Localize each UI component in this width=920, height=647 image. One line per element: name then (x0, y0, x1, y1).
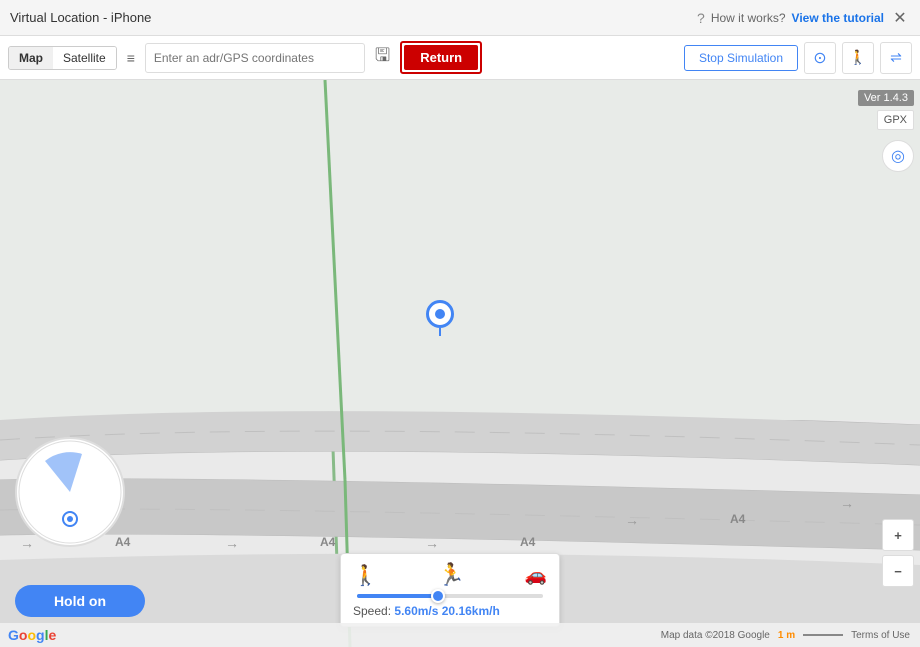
arrow-2: → (225, 535, 239, 551)
speed-slider-fill (357, 594, 435, 598)
speed-value: 5.60m/s 20.16km/h (394, 604, 499, 618)
scale-label: 1 m (778, 630, 795, 641)
target-icon-btn[interactable]: ⊙ (804, 42, 836, 74)
map-tab[interactable]: Map (9, 47, 53, 69)
road-label-4: A4 (730, 512, 745, 526)
version-badge: Ver 1.4.3 (858, 90, 914, 106)
speed-slider-thumb[interactable] (431, 589, 445, 603)
map-satellite-toggle: Map Satellite (8, 46, 117, 70)
share-icon-btn[interactable]: ⇌ (880, 42, 912, 74)
arrow-5: → (840, 495, 854, 511)
compass-widget (15, 437, 125, 547)
speed-text: Speed: 5.60m/s 20.16km/h (353, 604, 547, 618)
arrow-3: → (425, 535, 439, 551)
pin-stem (439, 328, 441, 336)
pin-inner (435, 309, 445, 319)
walk-speed-icon: 🚶 (353, 563, 378, 588)
help-icon: ? (697, 10, 705, 26)
app-title: Virtual Location - iPhone (10, 10, 151, 25)
logo-o2: o (27, 627, 36, 643)
map-container[interactable]: Ver 1.4.3 → A4 → A4 → A4 → A4 → Hold on … (0, 80, 920, 647)
compass-svg (17, 439, 123, 545)
pin-outer (426, 300, 454, 328)
gpx-button[interactable]: GPX (877, 110, 914, 130)
location-pin (426, 300, 454, 336)
return-button[interactable]: Return (404, 45, 478, 70)
target-icon: ⊙ (813, 48, 826, 68)
zoom-in-button[interactable]: + (882, 519, 914, 551)
car-speed-icon: 🚗 (525, 565, 547, 586)
titlebar-left: Virtual Location - iPhone (10, 10, 151, 25)
arrow-1: → (20, 535, 34, 551)
title-bar: Virtual Location - iPhone ? How it works… (0, 0, 920, 36)
arrow-4: → (625, 512, 639, 528)
bottom-bar: Google Map data ©2018 Google 1 m Terms o… (0, 623, 920, 647)
toolbar-right: Stop Simulation ⊙ 🚶 ⇌ (684, 42, 912, 74)
satellite-tab[interactable]: Satellite (53, 47, 116, 69)
list-icon[interactable]: ≡ (123, 46, 139, 70)
speed-label: Speed: (353, 604, 391, 618)
road-label-3: A4 (520, 535, 535, 549)
scale-bar (803, 634, 843, 636)
share-icon: ⇌ (890, 49, 902, 66)
help-text: How it works? (711, 11, 786, 25)
run-speed-icon: 🏃 (438, 562, 465, 588)
road-label-1: A4 (115, 535, 130, 549)
return-button-wrapper: Return (400, 41, 482, 74)
zoom-out-button[interactable]: − (882, 555, 914, 587)
tutorial-link[interactable]: View the tutorial (792, 11, 884, 25)
map-data-text: Map data ©2018 Google (661, 630, 770, 641)
titlebar-right: ? How it works? View the tutorial ✕ (697, 8, 910, 28)
terms-link[interactable]: Terms of Use (851, 630, 910, 641)
stop-simulation-button[interactable]: Stop Simulation (684, 45, 798, 71)
speed-icons: 🚶 🏃 🚗 (353, 562, 547, 588)
logo-g2: g (36, 627, 45, 643)
close-button[interactable]: ✕ (890, 8, 910, 28)
logo-e: e (48, 627, 56, 643)
speed-slider-track[interactable] (357, 594, 543, 598)
gps-target-button[interactable]: ◎ (882, 140, 914, 172)
walk-icon: 🚶 (849, 49, 866, 66)
logo-g: G (8, 627, 19, 643)
hold-on-button[interactable]: Hold on (15, 585, 145, 617)
speed-widget: 🚶 🏃 🚗 Speed: 5.60m/s 20.16km/h (340, 553, 560, 627)
address-input[interactable] (145, 43, 365, 73)
save-icon[interactable]: 🖫 (371, 41, 394, 75)
walk-icon-btn[interactable]: 🚶 (842, 42, 874, 74)
road-label-2: A4 (320, 535, 335, 549)
toolbar: Map Satellite ≡ 🖫 Return Stop Simulation… (0, 36, 920, 80)
google-logo: Google (8, 627, 56, 643)
zoom-controls: + − (882, 519, 914, 587)
target-circle-icon: ◎ (891, 146, 905, 166)
scale-line (803, 634, 843, 636)
